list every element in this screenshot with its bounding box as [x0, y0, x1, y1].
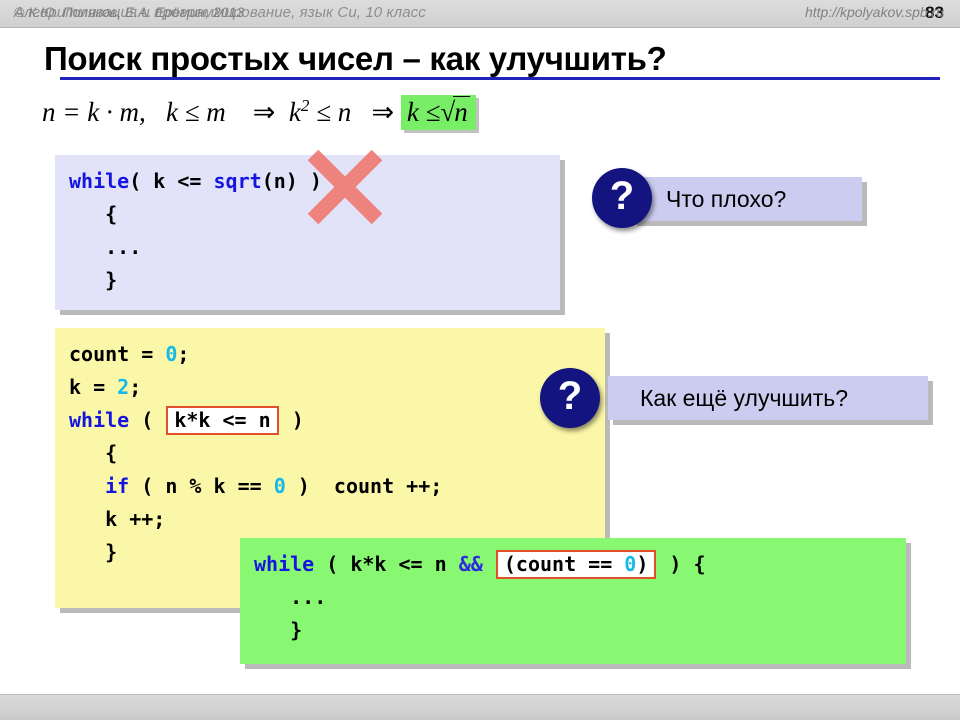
callout-label: Как ещё улучшить? [640, 384, 849, 411]
code-number: 0 [273, 474, 286, 498]
code-number: 0 [165, 342, 178, 366]
code-text: (count == [503, 552, 625, 576]
code-line: } [69, 264, 546, 297]
code-text: ( [129, 408, 166, 432]
code-text: { [69, 202, 118, 226]
title-underline [60, 77, 940, 80]
code-line: } [254, 614, 892, 647]
code-text: ) [279, 408, 304, 432]
formula-arrow-2: ⇒ [371, 97, 395, 127]
code-keyword: sqrt [213, 169, 262, 193]
code-line: while( k <= sqrt(n) ) [69, 165, 546, 198]
code-number: 2 [117, 375, 130, 399]
question-mark-icon: ? [592, 168, 652, 228]
code-line: ... [254, 581, 892, 614]
code-text: ( k <= [129, 169, 214, 193]
formula-mid-relation: ≤ n [316, 97, 352, 127]
formula-mid-base: k [288, 97, 301, 127]
formula-mid-exponent: 2 [300, 96, 310, 115]
footer-copyright: © К.Ю. Поляков, Е.А. Ерёмин, 2013 [14, 4, 245, 20]
highlight-box-condition: (count == 0) [495, 550, 657, 579]
code-block-bad-sqrt: while( k <= sqrt(n) ) { ... } [55, 155, 560, 310]
formula-condition: k ≤ m [165, 97, 226, 127]
code-line: { [69, 437, 591, 470]
code-block-improved: while ( k*k <= n && (count == 0) ) { ...… [240, 538, 906, 664]
code-line: if ( n % k == 0 ) count ++; [69, 470, 591, 503]
code-text: ... [254, 585, 327, 609]
formula-highlight-left: k ≤ [406, 97, 441, 127]
code-keyword: while [254, 552, 315, 576]
callout-box: Как ещё улучшить? [608, 376, 928, 420]
code-text: count = [69, 342, 166, 366]
code-text: } [254, 618, 303, 642]
code-text: ) count ++; [285, 474, 443, 498]
code-text: ( n % k == [129, 474, 274, 498]
code-operator: && [458, 552, 483, 576]
footer-band [0, 694, 960, 720]
callout-box: Что плохо? [632, 177, 862, 221]
code-text: ... [69, 235, 142, 259]
code-text: k = [69, 375, 118, 399]
code-text: ; [129, 375, 142, 399]
code-line: while ( k*k <= n && (count == 0) ) { [254, 548, 892, 581]
code-line: k ++; [69, 503, 591, 536]
code-text: ; [177, 342, 190, 366]
code-line: ... [69, 231, 546, 264]
formula-highlight: k ≤√n [400, 95, 476, 130]
code-keyword: while [69, 169, 130, 193]
code-text: } [69, 540, 118, 564]
formula: n = k · m, k ≤ m ⇒ k2 ≤ n ⇒ k ≤√n [42, 95, 476, 130]
code-number: 0 [624, 552, 637, 576]
question-mark-icon: ? [540, 368, 600, 428]
code-text: } [69, 268, 118, 292]
code-text: ) { [657, 552, 706, 576]
code-keyword: if [105, 474, 130, 498]
formula-lhs: n = k · m, [42, 97, 146, 127]
code-line: count = 0; [69, 338, 591, 371]
code-text: ) [636, 552, 649, 576]
code-text: { [69, 441, 118, 465]
callout-label: Что плохо? [666, 185, 787, 212]
code-text: ( k*k <= n [314, 552, 459, 576]
code-text: k ++; [69, 507, 166, 531]
page-title: Поиск простых чисел – как улучшить? [44, 40, 667, 77]
code-text: (n) ) [261, 169, 322, 193]
code-line: k = 2; [69, 371, 591, 404]
code-line: while ( k*k <= n ) [69, 404, 591, 437]
formula-radicand: n [453, 96, 470, 127]
footer-url[interactable]: http://kpolyakov.spb.ru [805, 4, 944, 20]
formula-arrow-1: ⇒ [252, 97, 276, 127]
code-line: { [69, 198, 546, 231]
highlight-box-condition: k*k <= n [166, 406, 279, 435]
code-keyword: while [69, 408, 130, 432]
